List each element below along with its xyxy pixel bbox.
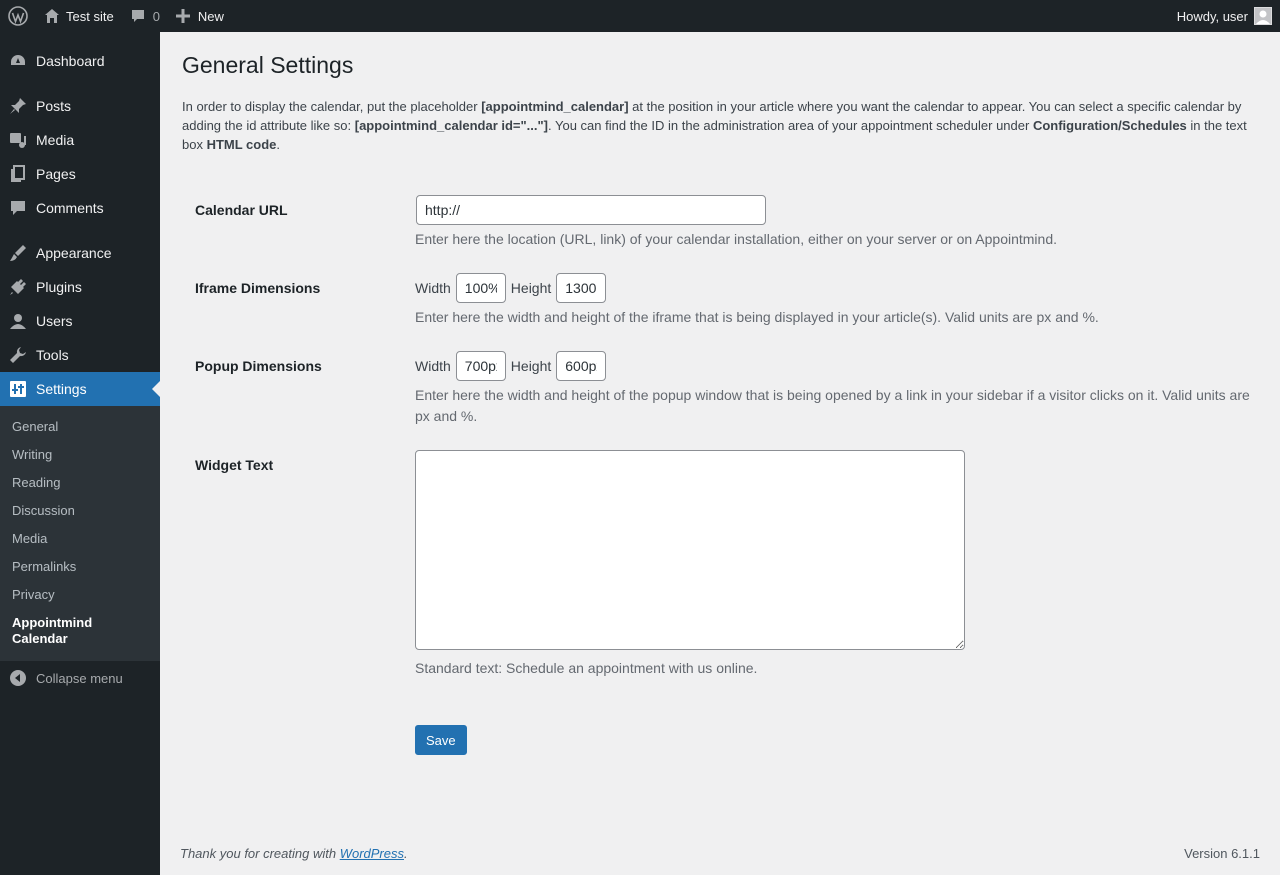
settings-submenu: General Writing Reading Discussion Media…	[0, 406, 160, 661]
plus-icon	[175, 9, 190, 23]
admin-footer: Thank you for creating with WordPress. V…	[180, 846, 1260, 861]
settings-form: Calendar URL Enter here the location (UR…	[182, 184, 1260, 691]
iframe-dimensions-label: Iframe Dimensions	[195, 280, 321, 296]
dashboard-icon	[9, 52, 27, 70]
wordpress-logo-icon	[8, 6, 28, 26]
menu-label: Tools	[36, 347, 69, 363]
wordpress-logo-menu[interactable]	[0, 0, 36, 32]
footer-version: Version 6.1.1	[1184, 846, 1260, 861]
popup-height-input[interactable]	[556, 351, 607, 381]
wrench-icon	[9, 346, 27, 364]
intro-part: In order to display the calendar, put th…	[182, 99, 482, 114]
menu-label: Settings	[36, 381, 87, 397]
menu-appearance[interactable]: Appearance	[0, 236, 160, 270]
submenu-writing[interactable]: Writing	[0, 441, 160, 469]
collapse-menu-button[interactable]: Collapse menu	[0, 661, 160, 695]
pin-icon	[9, 97, 27, 115]
menu-label: Plugins	[36, 279, 82, 295]
menu-plugins[interactable]: Plugins	[0, 270, 160, 304]
widget-text-description: Standard text: Schedule an appointment w…	[415, 660, 758, 676]
howdy-text: Howdy, user	[1176, 8, 1248, 24]
submenu-appointmind-calendar[interactable]: Appointmind Calendar	[0, 609, 110, 653]
plug-icon	[9, 278, 27, 296]
user-icon	[9, 312, 27, 330]
popup-dimensions-description: Enter here the width and height of the p…	[415, 387, 1250, 424]
collapse-arrow-icon	[10, 670, 26, 689]
menu-label: Pages	[36, 166, 76, 182]
iframe-width-label: Width	[415, 280, 451, 296]
menu-label: Dashboard	[36, 53, 105, 69]
calendar-url-label: Calendar URL	[195, 202, 288, 218]
popup-dimensions-row: Popup Dimensions Width Height Enter here…	[182, 340, 1260, 439]
comment-bubble-icon	[131, 10, 144, 22]
intro-text: In order to display the calendar, put th…	[182, 97, 1260, 154]
menu-label: Comments	[36, 200, 104, 216]
home-icon	[45, 9, 59, 23]
submenu-media[interactable]: Media	[0, 525, 160, 553]
menu-label: Posts	[36, 98, 72, 114]
iframe-dimensions-description: Enter here the width and height of the i…	[415, 309, 1099, 325]
account-menu[interactable]: Howdy, user	[1169, 0, 1280, 32]
submenu-general[interactable]: General	[0, 413, 160, 441]
menu-tools[interactable]: Tools	[0, 338, 160, 372]
menu-label: Media	[36, 132, 75, 148]
collapse-label: Collapse menu	[36, 670, 123, 686]
save-button[interactable]: Save	[415, 725, 467, 755]
avatar-person-icon	[1256, 10, 1270, 24]
popup-height-label: Height	[510, 358, 552, 374]
admin-sidebar: Dashboard Posts Media Pages Comments App…	[0, 32, 160, 875]
widget-text-label: Widget Text	[195, 457, 274, 473]
calendar-url-input[interactable]	[416, 195, 766, 225]
popup-width-input[interactable]	[455, 351, 506, 381]
menu-label: Users	[36, 313, 73, 329]
popup-width-label: Width	[415, 358, 451, 374]
menu-users[interactable]: Users	[0, 304, 160, 338]
comments-count: 0	[152, 8, 160, 24]
intro-id-code: [appointmind_calendar id="..."]	[354, 118, 549, 133]
admin-bar: Test site 0 New Howdy, user	[0, 0, 1280, 32]
submenu-reading[interactable]: Reading	[0, 469, 160, 497]
calendar-url-row: Calendar URL Enter here the location (UR…	[182, 184, 1260, 262]
submenu-permalinks[interactable]: Permalinks	[0, 553, 160, 581]
new-content-link[interactable]: New	[168, 0, 232, 32]
intro-html-code: HTML code	[206, 137, 277, 152]
media-icon	[9, 131, 27, 149]
intro-part: . You can find the ID in the administrat…	[548, 118, 1033, 133]
iframe-dimensions-row: Iframe Dimensions Width Height Enter her…	[182, 262, 1260, 340]
footer-thanks: Thank you for creating with WordPress.	[180, 846, 408, 861]
comment-icon	[9, 199, 27, 217]
calendar-url-description: Enter here the location (URL, link) of y…	[415, 231, 1058, 247]
popup-dimensions-label: Popup Dimensions	[195, 358, 322, 374]
iframe-height-input[interactable]	[556, 273, 607, 303]
submenu-privacy[interactable]: Privacy	[0, 581, 160, 609]
avatar	[1254, 7, 1272, 25]
iframe-height-label: Height	[510, 280, 552, 296]
brush-icon	[9, 244, 27, 262]
site-name: Test site	[66, 8, 114, 24]
intro-part: .	[276, 137, 281, 152]
new-label: New	[197, 8, 224, 24]
menu-settings[interactable]: Settings	[0, 372, 160, 406]
wordpress-link[interactable]: WordPress	[340, 846, 404, 861]
iframe-width-input[interactable]	[455, 273, 506, 303]
widget-text-textarea[interactable]	[415, 450, 965, 650]
menu-posts[interactable]: Posts	[0, 89, 160, 123]
site-name-link[interactable]: Test site	[36, 0, 122, 32]
menu-pages[interactable]: Pages	[0, 157, 160, 191]
settings-icon	[9, 380, 27, 398]
comments-link[interactable]: 0	[122, 0, 168, 32]
menu-label: Appearance	[36, 245, 112, 261]
footer-thanks-suffix: .	[404, 846, 408, 861]
menu-media[interactable]: Media	[0, 123, 160, 157]
widget-text-row: Widget Text Standard text: Schedule an a…	[182, 439, 1260, 691]
footer-thanks-text: Thank you for creating with	[180, 846, 340, 861]
menu-comments[interactable]: Comments	[0, 191, 160, 225]
intro-config-path: Configuration/Schedules	[1032, 118, 1187, 133]
menu-dashboard[interactable]: Dashboard	[0, 44, 160, 78]
main-content: General Settings In order to display the…	[160, 32, 1280, 875]
submenu-discussion[interactable]: Discussion	[0, 497, 160, 525]
intro-placeholder-code: [appointmind_calendar]	[481, 99, 629, 114]
page-title: General Settings	[182, 52, 354, 78]
pages-icon	[9, 165, 27, 183]
